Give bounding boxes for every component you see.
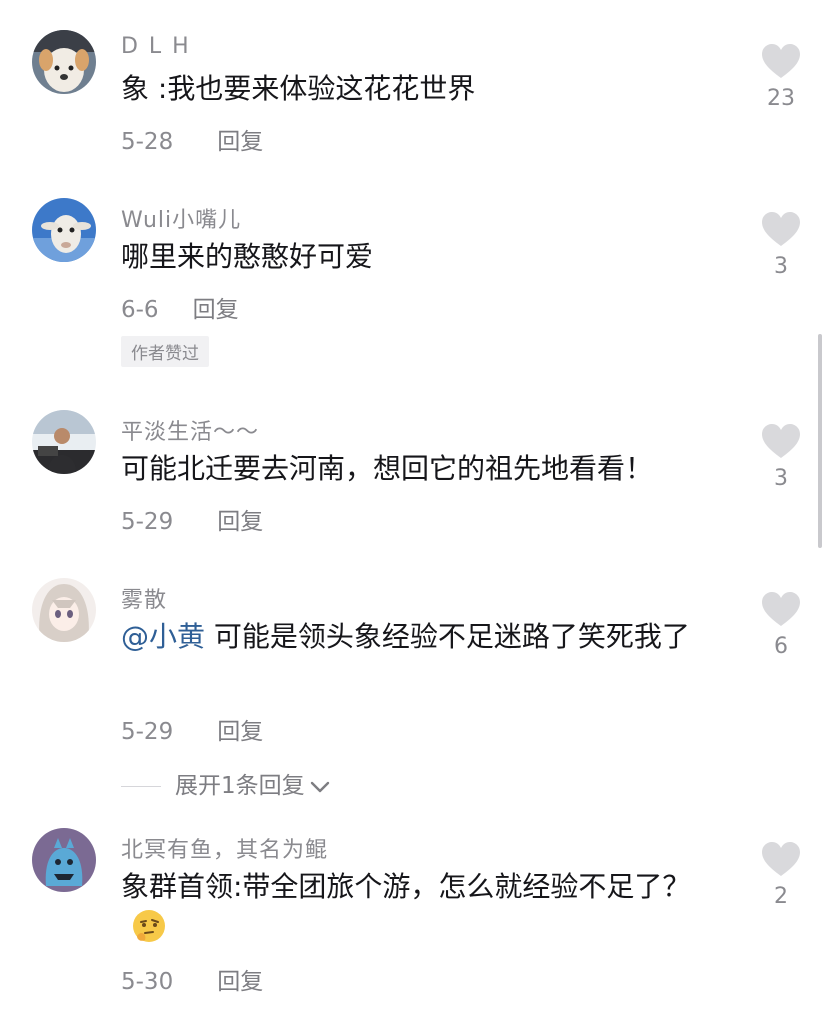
username[interactable]: 北冥有鱼，其名为鲲	[121, 832, 328, 864]
reply-button[interactable]: 回复	[217, 719, 263, 745]
comment-date: 5-30	[121, 969, 174, 995]
comment-text: 象 :我也要来体验这花花世界	[121, 72, 476, 105]
username[interactable]: 平淡生活～～	[121, 414, 259, 446]
avatar[interactable]	[32, 410, 96, 474]
username[interactable]: Wuli小嘴儿	[121, 202, 241, 234]
comment-meta: 5-28 回复	[121, 122, 263, 156]
comment-text: 可能北迁要去河南，想回它的祖先地看看！	[121, 452, 654, 485]
heart-icon	[762, 842, 800, 876]
comment-text: 哪里来的憨憨好可爱	[121, 240, 374, 273]
heart-icon	[762, 424, 800, 458]
heart-icon	[762, 44, 800, 78]
comment-meta: 6-6 回复	[121, 290, 239, 324]
comment-date: 6-6	[121, 297, 159, 323]
comment-text: @小黄 可能是领头象经验不足迷路了笑死我了	[121, 616, 721, 658]
expand-replies-label: 展开1条回复	[175, 773, 305, 799]
avatar[interactable]	[32, 828, 96, 892]
comment-meta: 5-29 回复	[121, 502, 263, 536]
comment-meta: 5-29 回复	[121, 712, 263, 746]
reply-button[interactable]: 回复	[193, 297, 239, 323]
reply-button[interactable]: 回复	[217, 129, 263, 155]
like-count: 6	[774, 634, 788, 659]
chevron-down-icon	[309, 774, 331, 800]
comment-text-content: 可能是领头象经验不足迷路了笑死我了	[205, 620, 690, 653]
like-button[interactable]: 23	[758, 44, 804, 111]
comment-date: 5-28	[121, 129, 174, 155]
comment-meta: 5-30 回复	[121, 962, 263, 996]
like-count: 23	[767, 86, 795, 111]
comment-date: 5-29	[121, 719, 174, 745]
like-button[interactable]: 6	[758, 592, 804, 659]
like-button[interactable]: 3	[758, 424, 804, 491]
like-button[interactable]: 2	[758, 842, 804, 909]
comment-date: 5-29	[121, 509, 174, 535]
like-count: 3	[774, 466, 788, 491]
reply-button[interactable]: 回复	[217, 509, 263, 535]
heart-icon	[762, 592, 800, 626]
username[interactable]: 雾散	[121, 582, 167, 614]
author-liked-badge: 作者赞过	[121, 336, 209, 367]
like-button[interactable]: 3	[758, 212, 804, 279]
divider	[121, 786, 161, 787]
comment-list: D L H 象 :我也要来体验这花花世界 5-28 回复 23 Wuli小嘴儿 哪…	[0, 0, 828, 1025]
mention-link[interactable]: @小黄	[121, 620, 205, 653]
expand-replies-button[interactable]: 展开1条回复	[121, 766, 331, 800]
heart-icon	[762, 212, 800, 246]
scrollbar[interactable]	[818, 334, 822, 548]
avatar[interactable]	[32, 578, 96, 642]
comment-text-content: 象群首领:带全团旅个游，怎么就经验不足了？	[121, 870, 691, 903]
avatar[interactable]	[32, 30, 96, 94]
thinking-face-icon	[131, 908, 167, 944]
reply-button[interactable]: 回复	[217, 969, 263, 995]
avatar[interactable]	[32, 198, 96, 262]
like-count: 2	[774, 884, 788, 909]
like-count: 3	[774, 254, 788, 279]
username[interactable]: D L H	[121, 34, 191, 59]
comment-text: 象群首领:带全团旅个游，怎么就经验不足了？	[121, 866, 701, 950]
